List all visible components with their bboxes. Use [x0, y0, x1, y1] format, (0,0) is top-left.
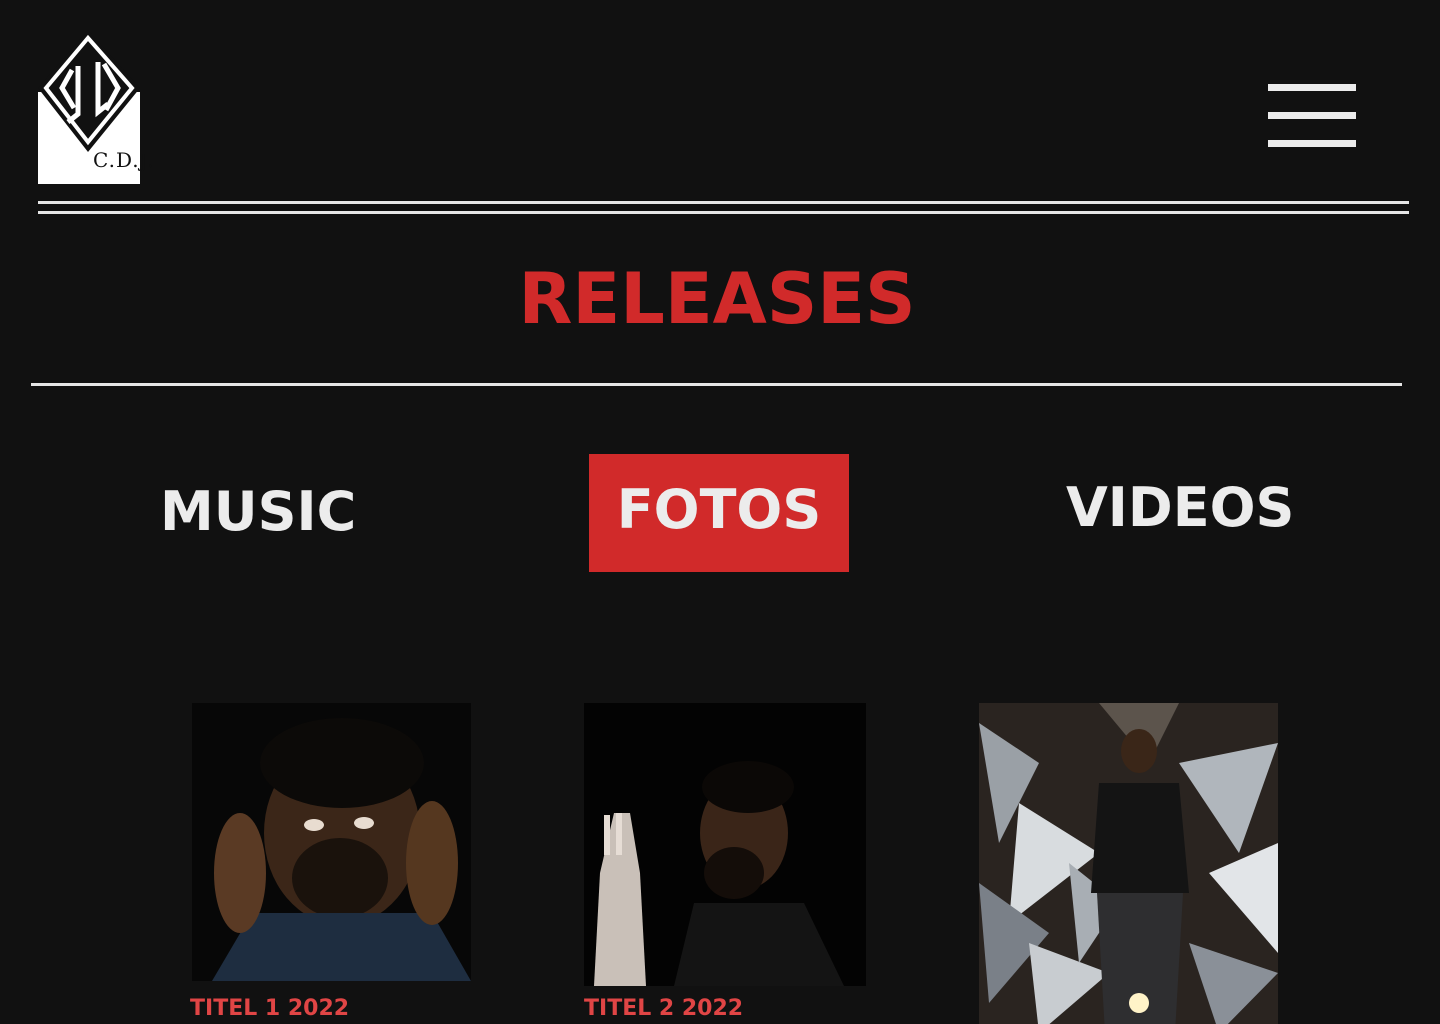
hamburger-bar [1268, 84, 1356, 91]
tab-music[interactable]: MUSIC [160, 480, 356, 543]
hamburger-icon[interactable] [1268, 84, 1356, 148]
gallery-photo-2[interactable] [584, 703, 866, 986]
header-divider [38, 201, 1409, 204]
page: C.D.J. RELEASES MUSIC FOTOS VIDEOS TITEL… [0, 0, 1440, 1024]
logo-text: C.D.J. [93, 148, 155, 172]
title-divider [31, 383, 1402, 386]
portrait-image [979, 703, 1278, 1024]
hamburger-bar [1268, 140, 1356, 147]
page-title: RELEASES [518, 258, 916, 340]
gallery-photo-1[interactable] [192, 703, 471, 981]
logo[interactable]: C.D.J. [38, 30, 153, 184]
portrait-image [584, 703, 866, 986]
gallery-photo-3[interactable] [979, 703, 1278, 1024]
tab-fotos[interactable]: FOTOS [589, 454, 849, 572]
gallery-caption-1: TITEL 1 2022 [190, 996, 350, 1021]
tab-fotos-label: FOTOS [616, 477, 822, 541]
header-divider [38, 211, 1409, 214]
gallery-caption-2: TITEL 2 2022 [584, 996, 744, 1021]
tab-videos[interactable]: VIDEOS [1066, 476, 1294, 539]
portrait-image [192, 703, 471, 981]
hamburger-bar [1268, 112, 1356, 119]
